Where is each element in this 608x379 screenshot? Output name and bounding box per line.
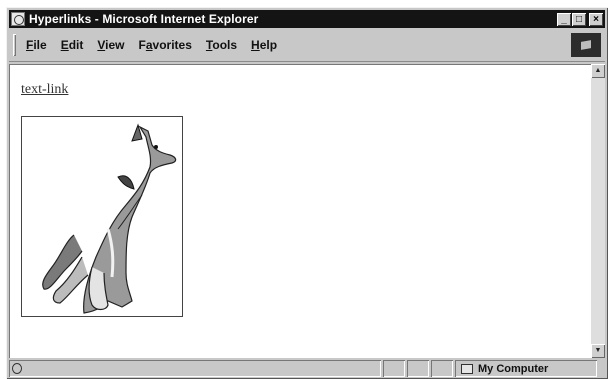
status-pane-1	[383, 360, 405, 377]
menu-edit[interactable]: Edit	[61, 38, 84, 52]
toolbar-grip-icon[interactable]	[13, 34, 16, 56]
minimize-button[interactable]: _	[557, 12, 571, 26]
text-link[interactable]: text-link	[21, 82, 68, 98]
scroll-down-icon[interactable]: ▼	[591, 344, 605, 358]
page-status-icon	[12, 363, 22, 374]
window-title: Hyperlinks - Microsoft Internet Explorer	[29, 12, 259, 26]
security-zone-pane: My Computer	[455, 360, 597, 377]
menu-favorites[interactable]: Favorites	[139, 38, 192, 52]
status-main-pane	[9, 360, 381, 377]
close-button[interactable]: ×	[589, 12, 603, 26]
menu-view[interactable]: View	[97, 38, 124, 52]
menu-file[interactable]: File	[26, 38, 47, 52]
my-computer-icon	[461, 363, 473, 374]
menu-help[interactable]: Help	[251, 38, 277, 52]
status-bar: My Computer	[9, 360, 605, 377]
scroll-up-icon[interactable]: ▲	[591, 64, 605, 78]
status-pane-2	[407, 360, 429, 377]
wolf-image-icon	[42, 123, 177, 314]
browser-window: Hyperlinks - Microsoft Internet Explorer…	[6, 7, 608, 379]
title-bar[interactable]: Hyperlinks - Microsoft Internet Explorer…	[9, 10, 605, 28]
status-pane-3	[431, 360, 453, 377]
vertical-scrollbar[interactable]: ▲ ▼	[591, 64, 605, 358]
ie-icon[interactable]	[11, 12, 25, 26]
windows-logo-icon	[571, 33, 601, 57]
menu-tools[interactable]: Tools	[206, 38, 237, 52]
window-controls: _ □ ×	[557, 12, 603, 26]
security-zone-label: My Computer	[478, 362, 549, 375]
menu-bar: File Edit View Favorites Tools Help	[9, 29, 605, 62]
page-content: text-link	[9, 64, 591, 358]
maximize-button[interactable]: □	[572, 12, 586, 26]
image-link[interactable]	[21, 116, 183, 317]
